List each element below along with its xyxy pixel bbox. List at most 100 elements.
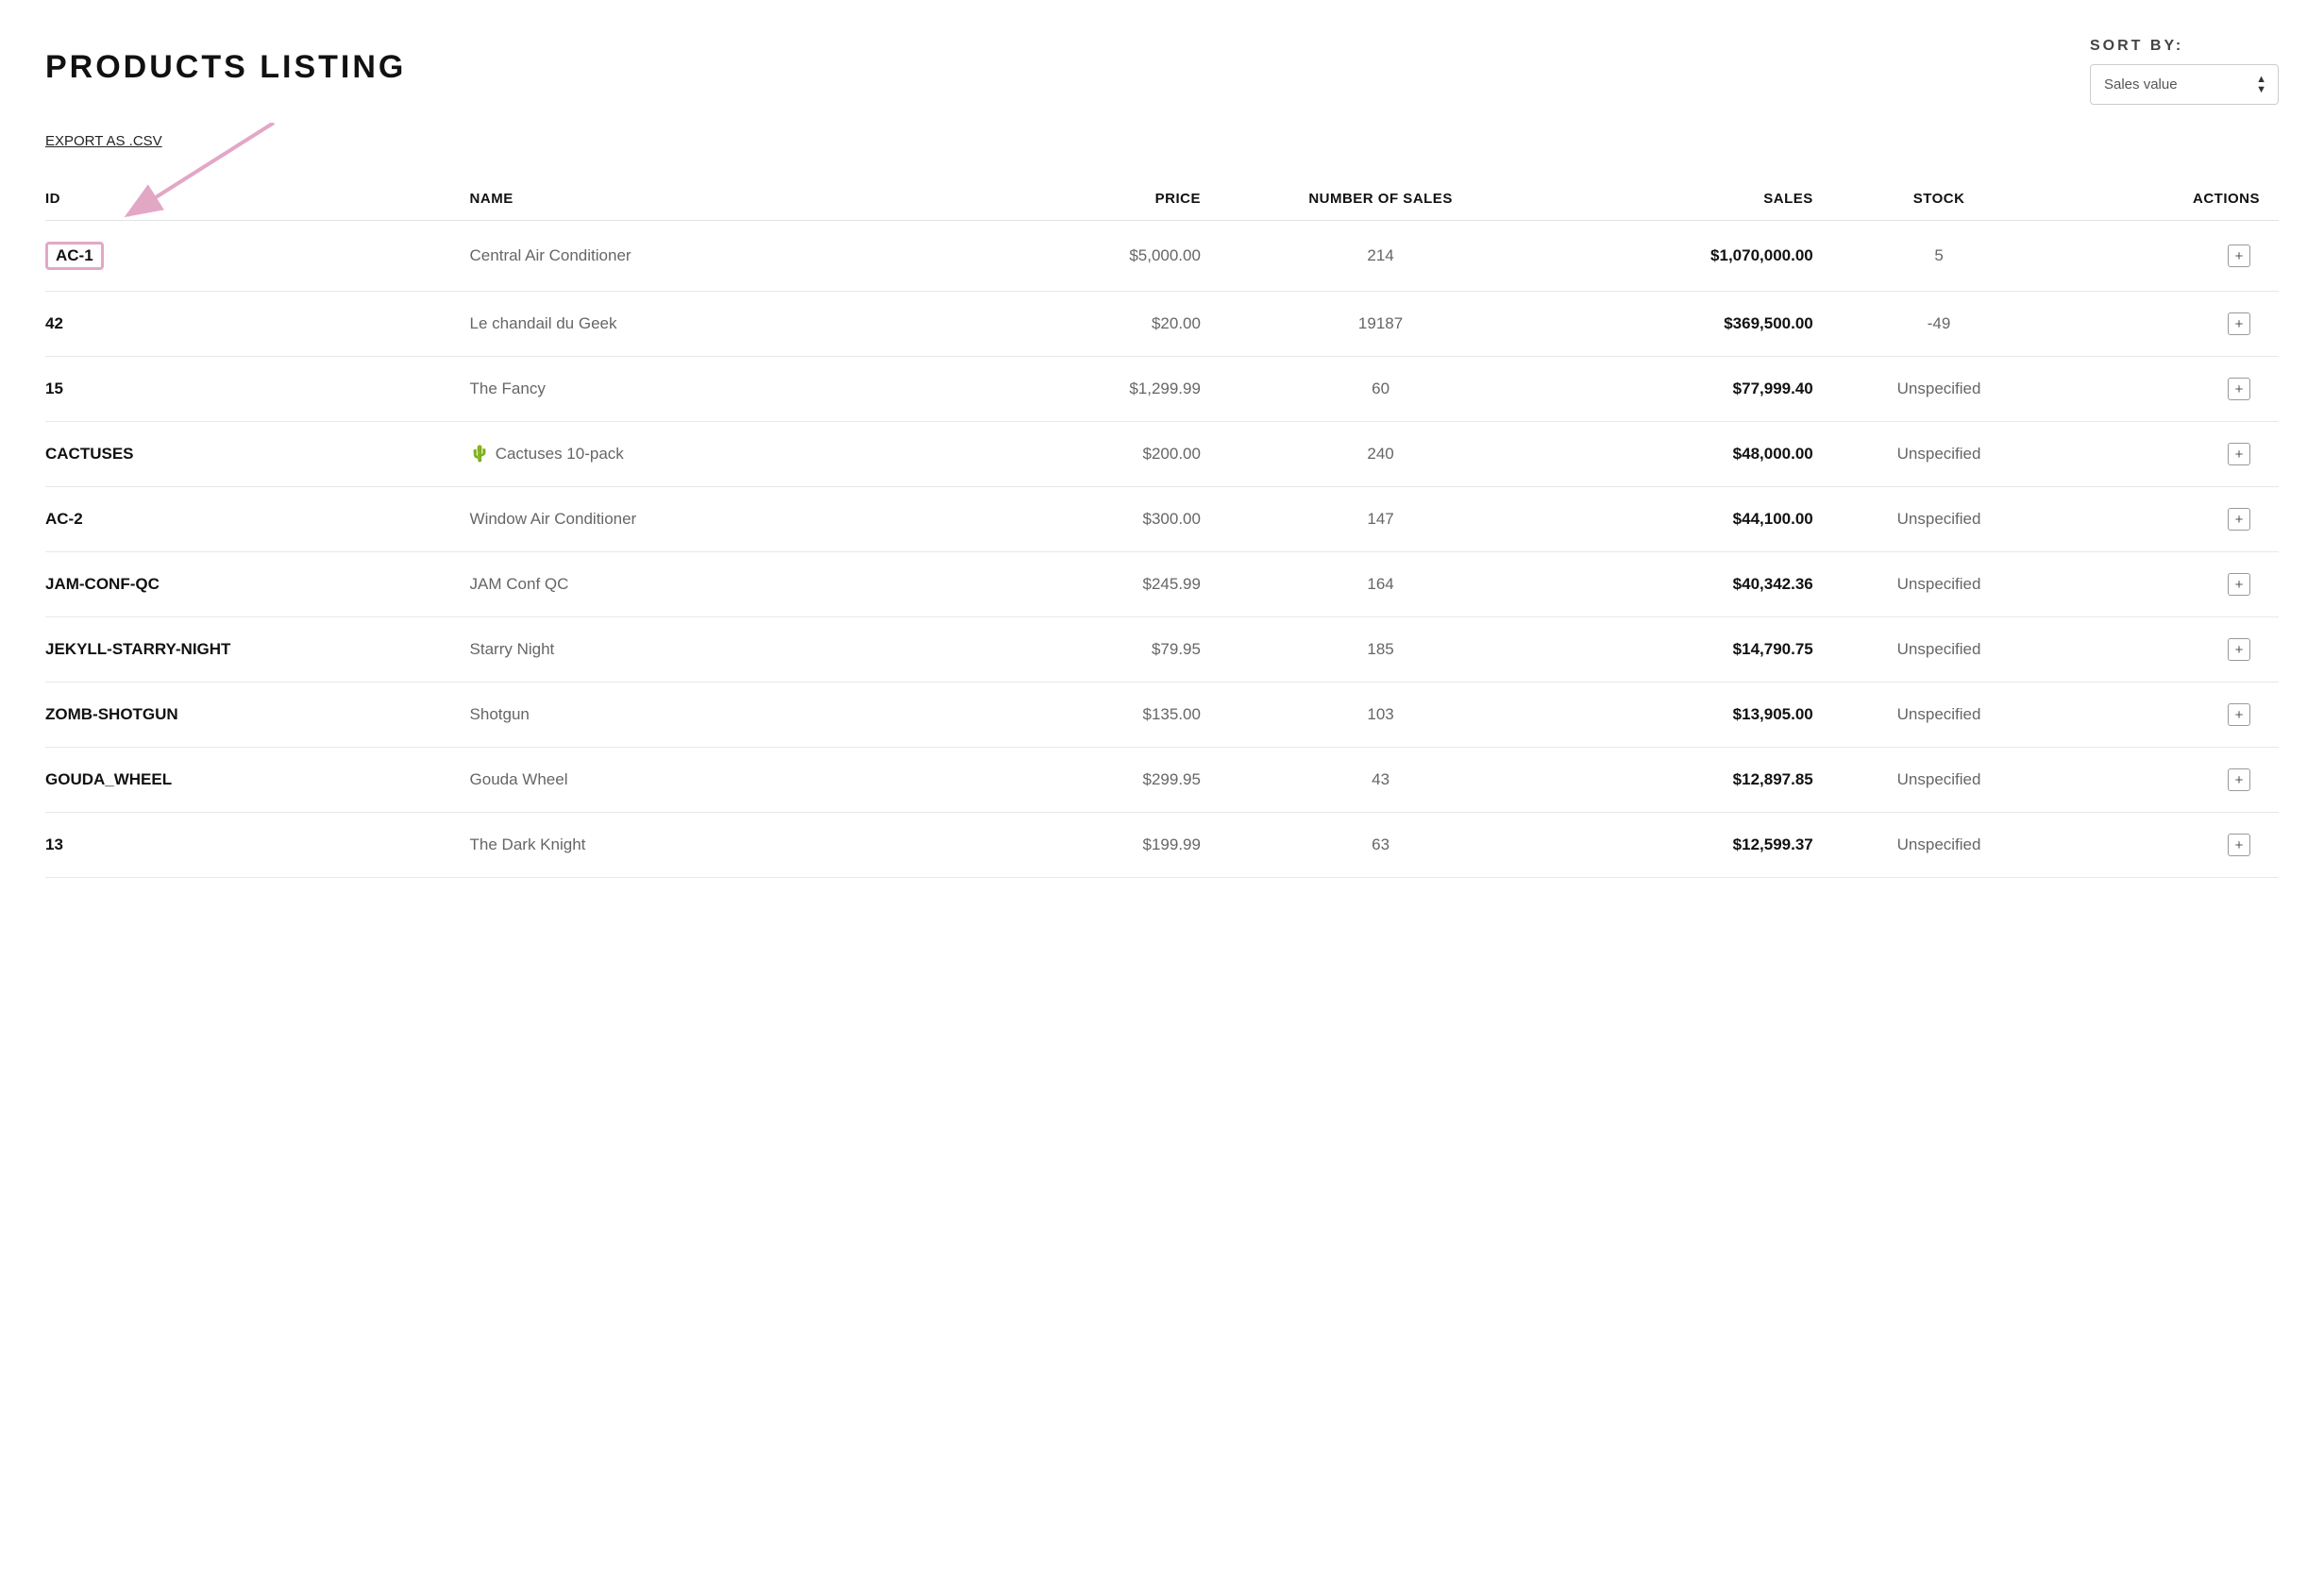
- cell-actions: +: [2055, 683, 2279, 748]
- table-row: ZOMB-SHOTGUNShotgun$135.00103$13,905.00U…: [45, 683, 2279, 748]
- cell-sales: $12,897.85: [1541, 748, 1832, 813]
- table-row: GOUDA_WHEELGouda Wheel$299.9543$12,897.8…: [45, 748, 2279, 813]
- cell-id: AC-2: [45, 487, 470, 552]
- col-header-stock[interactable]: STOCK: [1832, 177, 2056, 221]
- cell-price: $199.99: [961, 813, 1229, 878]
- cell-actions: +: [2055, 292, 2279, 357]
- cell-num-sales: 214: [1229, 221, 1541, 292]
- cell-actions: +: [2055, 422, 2279, 487]
- table-row: AC-2Window Air Conditioner$300.00147$44,…: [45, 487, 2279, 552]
- cell-sales: $77,999.40: [1541, 357, 1832, 422]
- cell-price: $79.95: [961, 617, 1229, 683]
- cell-actions: +: [2055, 813, 2279, 878]
- cell-sales: $44,100.00: [1541, 487, 1832, 552]
- cell-price: $299.95: [961, 748, 1229, 813]
- cell-price: $300.00: [961, 487, 1229, 552]
- cell-num-sales: 19187: [1229, 292, 1541, 357]
- cell-num-sales: 60: [1229, 357, 1541, 422]
- products-table: ID NAME PRICE NUMBER OF SALES SALES STOC…: [45, 177, 2279, 878]
- sort-select[interactable]: Sales value ▲▼: [2090, 64, 2279, 105]
- cell-sales: $40,342.36: [1541, 552, 1832, 617]
- cell-stock: Unspecified: [1832, 813, 2056, 878]
- expand-button[interactable]: +: [2228, 703, 2250, 726]
- cell-name: JAM Conf QC: [470, 552, 962, 617]
- cell-id: JEKYLL-STARRY-NIGHT: [45, 617, 470, 683]
- cell-num-sales: 63: [1229, 813, 1541, 878]
- table-row: 15The Fancy$1,299.9960$77,999.40Unspecif…: [45, 357, 2279, 422]
- cell-id: 13: [45, 813, 470, 878]
- cell-sales: $48,000.00: [1541, 422, 1832, 487]
- cell-price: $1,299.99: [961, 357, 1229, 422]
- cell-stock: Unspecified: [1832, 357, 2056, 422]
- table-row: JEKYLL-STARRY-NIGHTStarry Night$79.95185…: [45, 617, 2279, 683]
- table-row: 13The Dark Knight$199.9963$12,599.37Unsp…: [45, 813, 2279, 878]
- cell-sales: $1,070,000.00: [1541, 221, 1832, 292]
- cell-actions: +: [2055, 617, 2279, 683]
- cell-price: $20.00: [961, 292, 1229, 357]
- cell-num-sales: 103: [1229, 683, 1541, 748]
- cell-name: The Fancy: [470, 357, 962, 422]
- cell-stock: Unspecified: [1832, 552, 2056, 617]
- cell-num-sales: 43: [1229, 748, 1541, 813]
- cell-stock: 5: [1832, 221, 2056, 292]
- cell-name: Gouda Wheel: [470, 748, 962, 813]
- cell-sales: $14,790.75: [1541, 617, 1832, 683]
- table-row: AC-1 Central Air Conditioner$5,000.00214$…: [45, 221, 2279, 292]
- cell-num-sales: 147: [1229, 487, 1541, 552]
- col-header-actions: ACTIONS: [2055, 177, 2279, 221]
- expand-button[interactable]: +: [2228, 245, 2250, 267]
- cell-id: CACTUSES: [45, 422, 470, 487]
- cell-num-sales: 164: [1229, 552, 1541, 617]
- cell-sales: $12,599.37: [1541, 813, 1832, 878]
- cell-price: $245.99: [961, 552, 1229, 617]
- cell-sales: $13,905.00: [1541, 683, 1832, 748]
- cell-name: Starry Night: [470, 617, 962, 683]
- cactus-icon: 🌵: [470, 445, 490, 463]
- cell-actions: +: [2055, 552, 2279, 617]
- col-header-name[interactable]: NAME: [470, 177, 962, 221]
- page-title: PRODUCTS LISTING: [45, 49, 406, 86]
- cell-price: $135.00: [961, 683, 1229, 748]
- sort-block: SORT BY: Sales value ▲▼: [2090, 38, 2279, 105]
- expand-button[interactable]: +: [2228, 834, 2250, 856]
- cell-stock: -49: [1832, 292, 2056, 357]
- expand-button[interactable]: +: [2228, 312, 2250, 335]
- cell-stock: Unspecified: [1832, 422, 2056, 487]
- cell-name: Le chandail du Geek: [470, 292, 962, 357]
- cell-name: Window Air Conditioner: [470, 487, 962, 552]
- cell-stock: Unspecified: [1832, 487, 2056, 552]
- cell-id: 15: [45, 357, 470, 422]
- export-csv-link[interactable]: EXPORT AS .CSV: [45, 133, 162, 149]
- col-header-sales[interactable]: SALES: [1541, 177, 1832, 221]
- cell-id: 42: [45, 292, 470, 357]
- select-caret-icon: ▲▼: [2256, 75, 2266, 95]
- expand-button[interactable]: +: [2228, 378, 2250, 400]
- annotation-highlight-box: AC-1: [45, 242, 104, 270]
- table-row: CACTUSES🌵Cactuses 10-pack$200.00240$48,0…: [45, 422, 2279, 487]
- cell-stock: Unspecified: [1832, 748, 2056, 813]
- cell-name: Shotgun: [470, 683, 962, 748]
- table-row: JAM-CONF-QCJAM Conf QC$245.99164$40,342.…: [45, 552, 2279, 617]
- cell-stock: Unspecified: [1832, 683, 2056, 748]
- expand-button[interactable]: +: [2228, 768, 2250, 791]
- cell-name: Central Air Conditioner: [470, 221, 962, 292]
- cell-sales: $369,500.00: [1541, 292, 1832, 357]
- table-header-row: ID NAME PRICE NUMBER OF SALES SALES STOC…: [45, 177, 2279, 221]
- sort-select-value: Sales value: [2104, 76, 2178, 93]
- col-header-id[interactable]: ID: [45, 177, 470, 221]
- cell-price: $5,000.00: [961, 221, 1229, 292]
- sort-by-label: SORT BY:: [2090, 38, 2183, 55]
- cell-name: The Dark Knight: [470, 813, 962, 878]
- cell-actions: +: [2055, 221, 2279, 292]
- cell-actions: +: [2055, 357, 2279, 422]
- expand-button[interactable]: +: [2228, 638, 2250, 661]
- cell-num-sales: 185: [1229, 617, 1541, 683]
- cell-actions: +: [2055, 487, 2279, 552]
- col-header-num-sales[interactable]: NUMBER OF SALES: [1229, 177, 1541, 221]
- col-header-price[interactable]: PRICE: [961, 177, 1229, 221]
- table-row: 42Le chandail du Geek$20.0019187$369,500…: [45, 292, 2279, 357]
- expand-button[interactable]: +: [2228, 508, 2250, 531]
- cell-id: JAM-CONF-QC: [45, 552, 470, 617]
- expand-button[interactable]: +: [2228, 573, 2250, 596]
- expand-button[interactable]: +: [2228, 443, 2250, 465]
